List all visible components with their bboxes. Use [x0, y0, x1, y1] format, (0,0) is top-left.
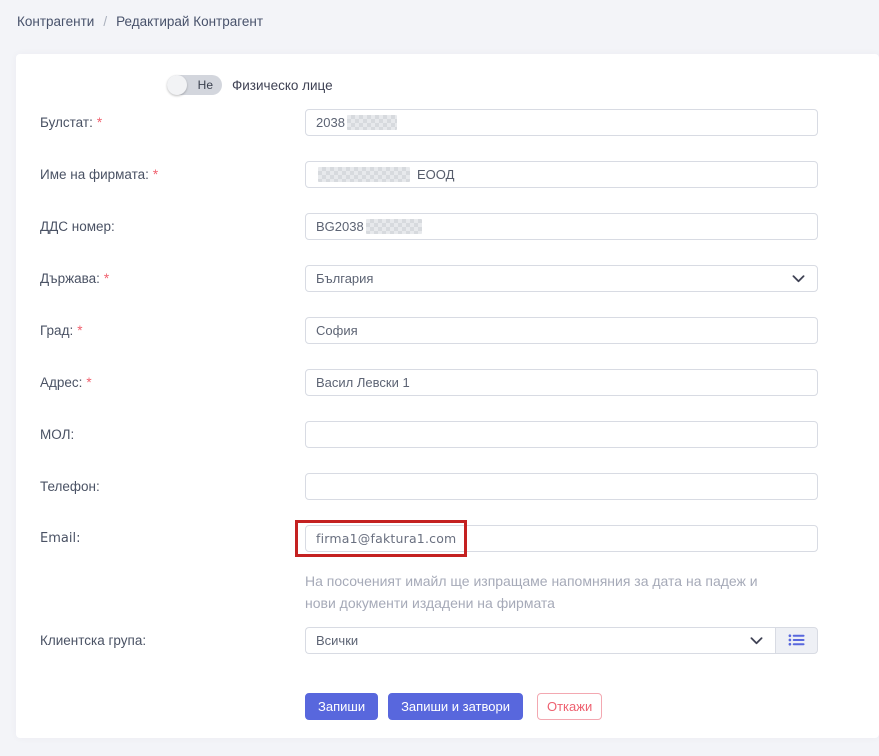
country-selected-value: България: [316, 271, 373, 286]
country-row: Държава:* България: [40, 252, 818, 304]
cancel-button[interactable]: Откажи: [537, 693, 602, 720]
physical-person-toggle-row: Не Физическо лице: [167, 75, 818, 95]
required-asterisk: *: [97, 115, 102, 130]
vat-number-label: ДДС номер:: [40, 219, 305, 234]
client-group-label: Клиентска група:: [40, 633, 305, 648]
vat-number-value: BG2038: [316, 219, 364, 234]
breadcrumb: Контрагенти / Редактирай Контрагент: [0, 0, 879, 54]
city-input[interactable]: [305, 317, 818, 344]
bulstat-input[interactable]: 2038: [305, 109, 818, 136]
required-asterisk: *: [153, 167, 158, 182]
physical-person-toggle[interactable]: Не: [167, 75, 222, 95]
email-row: Email:: [40, 512, 818, 564]
required-asterisk: *: [104, 271, 109, 286]
required-asterisk: *: [86, 375, 91, 390]
address-row: Адрес:*: [40, 356, 818, 408]
country-select[interactable]: България: [305, 265, 818, 292]
email-label: Email:: [40, 531, 305, 546]
city-row: Град:*: [40, 304, 818, 356]
company-name-label: Име на фирмата:*: [40, 167, 305, 182]
email-input[interactable]: [305, 525, 818, 552]
form-actions: Запиши Запиши и затвори Откажи: [305, 693, 818, 720]
content-card: Не Физическо лице Булстат:* 2038 Име на …: [16, 54, 879, 738]
address-label: Адрес:*: [40, 375, 305, 390]
email-help-text: На посоченият имайл ще изпращаме напомня…: [305, 570, 783, 614]
mol-row: МОЛ:: [40, 408, 818, 460]
client-group-select[interactable]: Всички: [305, 627, 775, 654]
phone-label: Телефон:: [40, 479, 305, 494]
censored-text: [318, 167, 410, 182]
censored-text: [347, 115, 397, 130]
physical-person-label: Физическо лице: [232, 78, 333, 93]
bulstat-value: 2038: [316, 115, 345, 130]
save-button[interactable]: Запиши: [305, 693, 378, 720]
save-and-close-button[interactable]: Запиши и затвори: [388, 693, 523, 720]
chevron-down-icon: [748, 632, 765, 649]
breadcrumb-item-contractors[interactable]: Контрагенти: [17, 14, 94, 29]
toggle-state-label: Не: [198, 78, 222, 92]
chevron-down-icon: [790, 270, 807, 287]
client-group-list-button[interactable]: [775, 627, 818, 654]
address-input[interactable]: [305, 369, 818, 396]
company-name-row: Име на фирмата:* ЕООД: [40, 148, 818, 200]
required-asterisk: *: [77, 323, 82, 338]
client-group-selected-value: Всички: [316, 633, 358, 648]
mol-label: МОЛ:: [40, 427, 305, 442]
bullet-list-icon: [788, 633, 805, 647]
company-name-input[interactable]: ЕООД: [305, 161, 818, 188]
client-group-row: Клиентска група: Всички: [40, 614, 818, 666]
bulstat-label: Булстат:*: [40, 115, 305, 130]
phone-input[interactable]: [305, 473, 818, 500]
mol-input[interactable]: [305, 421, 818, 448]
country-label: Държава:*: [40, 271, 305, 286]
breadcrumb-item-current: Редактирай Контрагент: [116, 14, 263, 29]
vat-number-input[interactable]: BG2038: [305, 213, 818, 240]
phone-row: Телефон:: [40, 460, 818, 512]
company-name-value: ЕООД: [417, 167, 454, 182]
email-help-row: На посоченият имайл ще изпращаме напомня…: [40, 570, 818, 614]
censored-text: [366, 219, 422, 234]
toggle-knob-icon: [167, 75, 187, 95]
city-label: Град:*: [40, 323, 305, 338]
vat-number-row: ДДС номер: BG2038: [40, 200, 818, 252]
bulstat-row: Булстат:* 2038: [40, 96, 818, 148]
breadcrumb-separator: /: [103, 14, 107, 29]
